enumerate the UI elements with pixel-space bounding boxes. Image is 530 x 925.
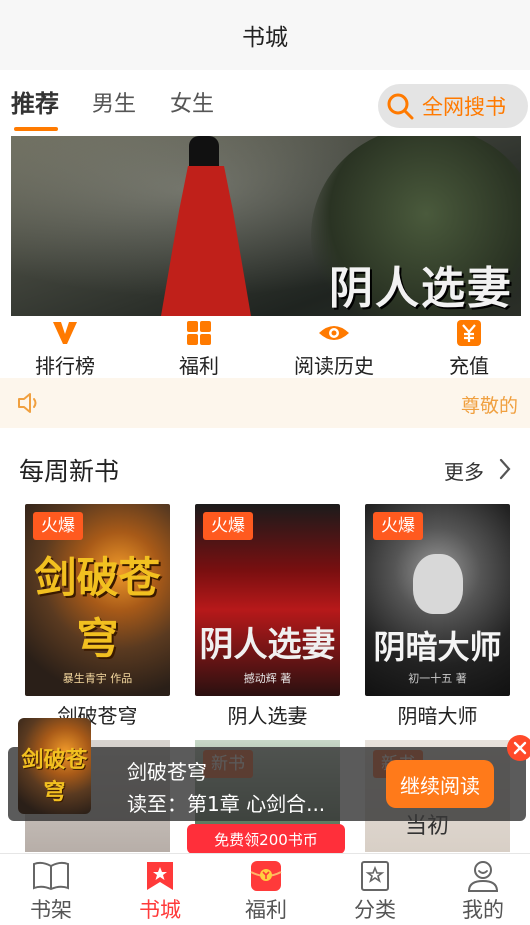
nav-bookstore-label: 书城 [139, 898, 181, 922]
quick-nav-ranking[interactable]: 排行榜 [5, 318, 125, 379]
book-title[interactable]: 阴暗大师 [365, 700, 510, 729]
cover-title: 阴人选妻 [199, 625, 336, 665]
book-card[interactable]: 火爆 剑破苍穹 暴生青宇 作品 剑破苍穹 [25, 504, 170, 729]
quick-nav-welfare[interactable]: 福利 [139, 318, 259, 379]
cover-author: 暴生青宇 作品 [62, 672, 133, 685]
cover-author: 撼动辉 著 [243, 672, 292, 685]
thumbnail-title: 剑破苍穹 [21, 747, 88, 805]
bookmark-star-icon [147, 862, 173, 890]
tab-female[interactable]: 女生 [170, 86, 214, 118]
notice-bar[interactable]: 尊敬的 [0, 378, 530, 428]
cover-author: 初一十五 著 [408, 672, 467, 685]
weekly-title: 每周新书 [19, 457, 120, 486]
quick-nav-history-label: 阅读历史 [294, 354, 374, 378]
nav-profile-label: 我的 [462, 898, 504, 922]
book-cover[interactable]: 火爆 阴人选妻 撼动辉 著 [195, 504, 340, 696]
continue-reading-button[interactable]: 继续阅读 [386, 760, 494, 808]
quick-nav: 排行榜 福利 阅读历史 充值 [0, 318, 530, 380]
book-card[interactable]: 火爆 阴人选妻 撼动辉 著 阴人选妻 [195, 504, 340, 729]
tab-recommend[interactable]: 推荐 [11, 84, 59, 119]
eye-icon [319, 326, 349, 340]
tab-male[interactable]: 男生 [92, 86, 136, 118]
speaker-icon [18, 393, 37, 413]
user-icon [467, 861, 499, 892]
nav-welfare[interactable]: 福利 [226, 858, 306, 924]
search-icon [387, 93, 414, 120]
nav-profile[interactable]: 我的 [443, 858, 523, 924]
hot-badge: 火爆 [203, 512, 253, 540]
cover-title: 剑破苍穹 [34, 553, 161, 663]
red-envelope-icon [250, 861, 282, 891]
nav-bookstore[interactable]: 书城 [120, 858, 200, 924]
search-label: 全网搜书 [422, 95, 506, 119]
quick-nav-recharge-label: 充值 [449, 354, 489, 378]
ranking-v-icon [53, 322, 77, 344]
book-cover[interactable]: 火爆 剑破苍穹 暴生青宇 作品 [25, 504, 170, 696]
promo-banner[interactable]: 阴人选妻 [11, 136, 521, 316]
page-title-text: 书城 [242, 25, 288, 51]
cover-skull-art [413, 554, 463, 614]
chevron-right-icon[interactable] [498, 458, 512, 480]
notice-text: 尊敬的 [460, 395, 518, 417]
close-icon [513, 741, 527, 755]
weekly-section-header: 每周新书 更多 [0, 440, 530, 496]
nav-category-label: 分类 [354, 898, 396, 922]
nav-bookshelf-label: 书架 [30, 898, 72, 922]
yen-icon [457, 320, 481, 346]
tab-active-indicator [14, 127, 58, 131]
free-coins-text: 免费领200书币 [214, 830, 318, 849]
book-icon [33, 861, 69, 891]
grid-icon [187, 321, 211, 345]
nav-category[interactable]: 分类 [335, 858, 415, 924]
bottom-nav: 书架 书城 福利 分类 我的 [0, 853, 530, 925]
search-button[interactable]: 全网搜书 [378, 84, 528, 128]
continue-reading-progress: 读至：第1章 心剑合... [127, 792, 326, 816]
hot-badge: 火爆 [373, 512, 423, 540]
weekly-more-link[interactable]: 更多 [444, 456, 484, 485]
continue-reading-title: 剑破苍穹 [127, 760, 207, 784]
close-button[interactable] [507, 735, 530, 761]
book-cover[interactable]: 火爆 阴暗大师 初一十五 著 [365, 504, 510, 696]
category-icon [361, 861, 389, 891]
quick-nav-ranking-label: 排行榜 [35, 354, 95, 378]
banner-title: 阴人选妻 [329, 263, 513, 314]
hot-badge: 火爆 [33, 512, 83, 540]
category-tabs: 推荐 男生 女生 全网搜书 [0, 70, 530, 134]
free-coins-banner[interactable]: 免费领200书币 [187, 824, 345, 854]
cover-title: 阴暗大师 [373, 628, 502, 666]
nav-welfare-label: 福利 [245, 898, 287, 922]
book-card[interactable]: 火爆 阴暗大师 初一十五 著 阴暗大师 [365, 504, 510, 729]
book-title[interactable]: 阴人选妻 [195, 700, 340, 729]
quick-nav-history[interactable]: 阅读历史 [274, 318, 394, 379]
quick-nav-recharge[interactable]: 充值 [409, 318, 529, 379]
continue-reading-thumbnail[interactable]: 剑破苍穹 [18, 718, 91, 814]
nav-bookshelf[interactable]: 书架 [11, 858, 91, 924]
quick-nav-welfare-label: 福利 [179, 354, 219, 378]
page-title: 书城 [0, 0, 530, 70]
